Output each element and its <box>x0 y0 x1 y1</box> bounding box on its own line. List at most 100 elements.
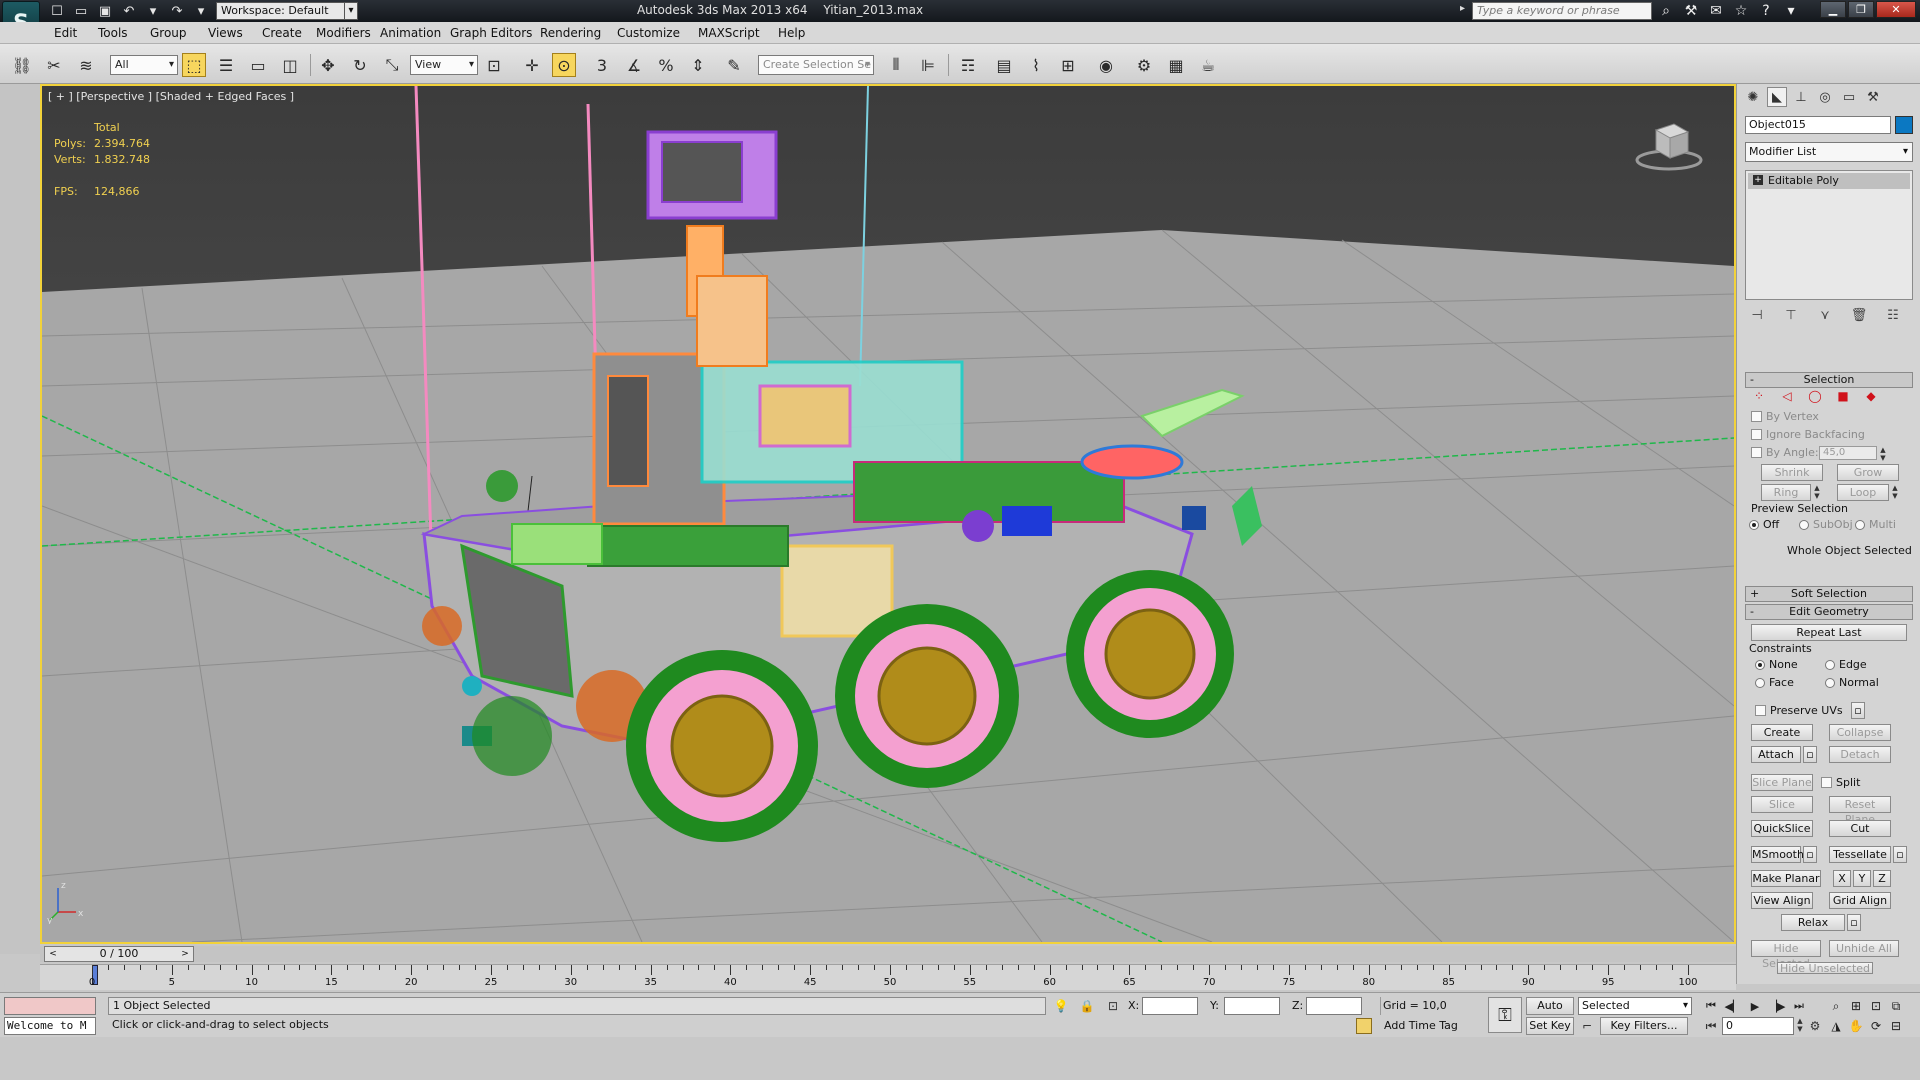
zoom-all-icon[interactable]: ⊞ <box>1846 997 1866 1015</box>
maxscript-mini-listener-input[interactable]: Welcome to M <box>4 1017 96 1035</box>
create-button[interactable]: Create <box>1751 724 1813 741</box>
reference-coordinate-dropdown[interactable]: View <box>410 55 478 75</box>
set-key-button[interactable]: Set Key <box>1526 1017 1574 1035</box>
next-frame-icon[interactable]: ▕▶ <box>1768 997 1786 1015</box>
slice-plane-button[interactable]: Slice Plane <box>1751 774 1813 791</box>
previous-frame-icon[interactable]: ◀▏ <box>1724 997 1742 1015</box>
pin-stack-icon[interactable]: ⊣ <box>1747 306 1767 324</box>
cut-button[interactable]: Cut <box>1829 820 1891 837</box>
snaps-toggle-icon[interactable]: 3 <box>590 53 614 77</box>
constraint-edge-radio[interactable]: Edge <box>1825 658 1867 671</box>
graphite-ribbon-icon[interactable]: ▤ <box>992 53 1016 77</box>
make-planar-x-button[interactable]: X <box>1833 870 1851 887</box>
named-selection-set-dropdown[interactable]: Create Selection Se <box>758 55 874 75</box>
menu-graph-editors[interactable]: Graph Editors <box>450 26 532 40</box>
move-icon[interactable]: ✥ <box>316 53 340 77</box>
orbit-icon[interactable]: ⟳ <box>1866 1017 1886 1035</box>
y-coord-field[interactable] <box>1224 997 1280 1015</box>
slice-button[interactable]: Slice <box>1751 796 1813 813</box>
quickslice-button[interactable]: QuickSlice <box>1751 820 1813 837</box>
preserve-uvs-checkbox[interactable]: Preserve UVs <box>1755 704 1843 717</box>
tessellate-button[interactable]: Tessellate <box>1829 846 1891 863</box>
time-slider-next-icon[interactable]: > <box>179 947 191 961</box>
render-setup-icon[interactable]: ⚙ <box>1132 53 1156 77</box>
pan-icon[interactable]: ✋ <box>1846 1017 1866 1035</box>
current-frame-spinner[interactable]: ▲ ▼ <box>1796 1017 1804 1035</box>
split-checkbox[interactable]: Split <box>1821 776 1860 789</box>
rollout-selection-header[interactable]: - Selection <box>1745 372 1913 388</box>
selection-lock-icon[interactable]: 🔒 <box>1078 997 1096 1015</box>
menu-maxscript[interactable]: MAXScript <box>698 26 760 40</box>
scale-icon[interactable]: ⤡ <box>380 53 404 77</box>
unhide-all-button[interactable]: Unhide All <box>1829 940 1899 957</box>
isolate-selection-icon[interactable]: 💡 <box>1052 997 1070 1015</box>
configure-modifier-sets-icon[interactable]: ☷ <box>1883 306 1903 324</box>
loop-button[interactable]: Loop <box>1837 484 1889 501</box>
repeat-last-button[interactable]: Repeat Last <box>1751 624 1907 641</box>
view-align-button[interactable]: View Align <box>1751 892 1813 909</box>
preview-multi-radio[interactable]: Multi <box>1855 518 1896 531</box>
perspective-viewport[interactable]: [ + ] [Perspective ] [Shaded + Edged Fac… <box>40 84 1736 944</box>
render-production-icon[interactable]: ☕ <box>1196 53 1220 77</box>
show-end-result-icon[interactable]: ⊤ <box>1781 306 1801 324</box>
angle-spinner-arrows[interactable]: ▲ ▼ <box>1879 446 1887 463</box>
zoom-extents-all-icon[interactable]: ⧉ <box>1886 997 1906 1015</box>
window-crossing-icon[interactable]: ◫ <box>278 53 302 77</box>
spinner-snap-icon[interactable]: ⇕ <box>686 53 710 77</box>
attach-list-button[interactable]: ▫ <box>1803 746 1817 763</box>
ignore-backfacing-checkbox[interactable]: Ignore Backfacing <box>1751 428 1865 441</box>
schematic-view-icon[interactable]: ⊞ <box>1056 53 1080 77</box>
z-coord-field[interactable] <box>1306 997 1362 1015</box>
hierarchy-tab-icon[interactable]: ⊥ <box>1791 87 1811 107</box>
rotate-icon[interactable]: ↻ <box>348 53 372 77</box>
menu-edit[interactable]: Edit <box>54 26 77 40</box>
detach-button[interactable]: Detach <box>1829 746 1891 763</box>
preview-off-radio[interactable]: Off <box>1749 518 1779 531</box>
transform-mode-icon[interactable]: ⊡ <box>1104 997 1122 1015</box>
tessellate-settings-button[interactable]: ▫ <box>1893 846 1907 863</box>
favorites-icon[interactable]: ☆ <box>1731 1 1751 21</box>
search-input[interactable]: Type a keyword or phrase <box>1472 2 1652 20</box>
x-coord-field[interactable] <box>1142 997 1198 1015</box>
keyboard-shortcut-override-icon[interactable]: ⊙ <box>552 53 576 77</box>
add-time-tag-icon[interactable] <box>1356 1018 1372 1034</box>
ring-button[interactable]: Ring <box>1761 484 1811 501</box>
track-bar[interactable]: 0 5 10 15 20 25 30 35 40 45 50 55 60 65 70 75 80 85 90 95 10… <box>40 964 1736 990</box>
grid-align-button[interactable]: Grid Align <box>1829 892 1891 909</box>
modifier-list-dropdown[interactable]: Modifier List <box>1745 142 1913 162</box>
constraint-face-radio[interactable]: Face <box>1755 676 1794 689</box>
zoom-extents-icon[interactable]: ⊡ <box>1866 997 1886 1015</box>
rollout-soft-selection-header[interactable]: + Soft Selection <box>1745 586 1913 602</box>
modifier-stack[interactable]: Editable Poly <box>1745 170 1913 300</box>
time-slider-prev-icon[interactable]: < <box>47 947 59 961</box>
viewcube-icon[interactable] <box>1634 120 1704 172</box>
make-planar-button[interactable]: Make Planar <box>1751 870 1821 887</box>
menu-views[interactable]: Views <box>208 26 243 40</box>
rollout-edit-geometry-header[interactable]: - Edit Geometry <box>1745 604 1913 620</box>
msmooth-button[interactable]: MSmooth <box>1751 846 1804 863</box>
menu-tools[interactable]: Tools <box>98 26 128 40</box>
remove-modifier-icon[interactable]: 🗑 <box>1849 306 1869 324</box>
hide-selected-button[interactable]: Hide Selected <box>1751 940 1821 970</box>
field-of-view-icon[interactable]: ◮ <box>1826 1017 1846 1035</box>
polygon-level-icon[interactable]: ■ <box>1835 388 1851 404</box>
menu-rendering[interactable]: Rendering <box>540 26 601 40</box>
key-mode-toggle-icon[interactable]: ⏮ <box>1702 1017 1720 1035</box>
go-to-end-icon[interactable]: ⏭ <box>1790 997 1808 1015</box>
msmooth-settings-button[interactable]: ▫ <box>1803 846 1817 863</box>
edge-level-icon[interactable]: ◁ <box>1779 388 1795 404</box>
constraint-normal-radio[interactable]: Normal <box>1825 676 1879 689</box>
make-planar-y-button[interactable]: Y <box>1853 870 1871 887</box>
search-expand-icon[interactable]: ▸ <box>1460 3 1470 19</box>
set-keys-key-icon[interactable]: ⚿ <box>1488 997 1522 1033</box>
by-vertex-checkbox[interactable]: By Vertex <box>1751 410 1819 423</box>
maximize-button[interactable]: ❐ <box>1848 1 1874 18</box>
hide-unselected-button[interactable]: Hide Unselected <box>1777 962 1873 974</box>
communication-center-icon[interactable]: ✉ <box>1706 1 1726 21</box>
add-time-tag[interactable]: Add Time Tag <box>1384 1017 1458 1035</box>
selection-filter-dropdown[interactable]: All <box>110 55 178 75</box>
curve-editor-icon[interactable]: ⌇ <box>1024 53 1048 77</box>
grow-button[interactable]: Grow <box>1837 464 1899 481</box>
menu-create[interactable]: Create <box>262 26 302 40</box>
by-angle-checkbox[interactable]: By Angle: <box>1751 446 1819 459</box>
